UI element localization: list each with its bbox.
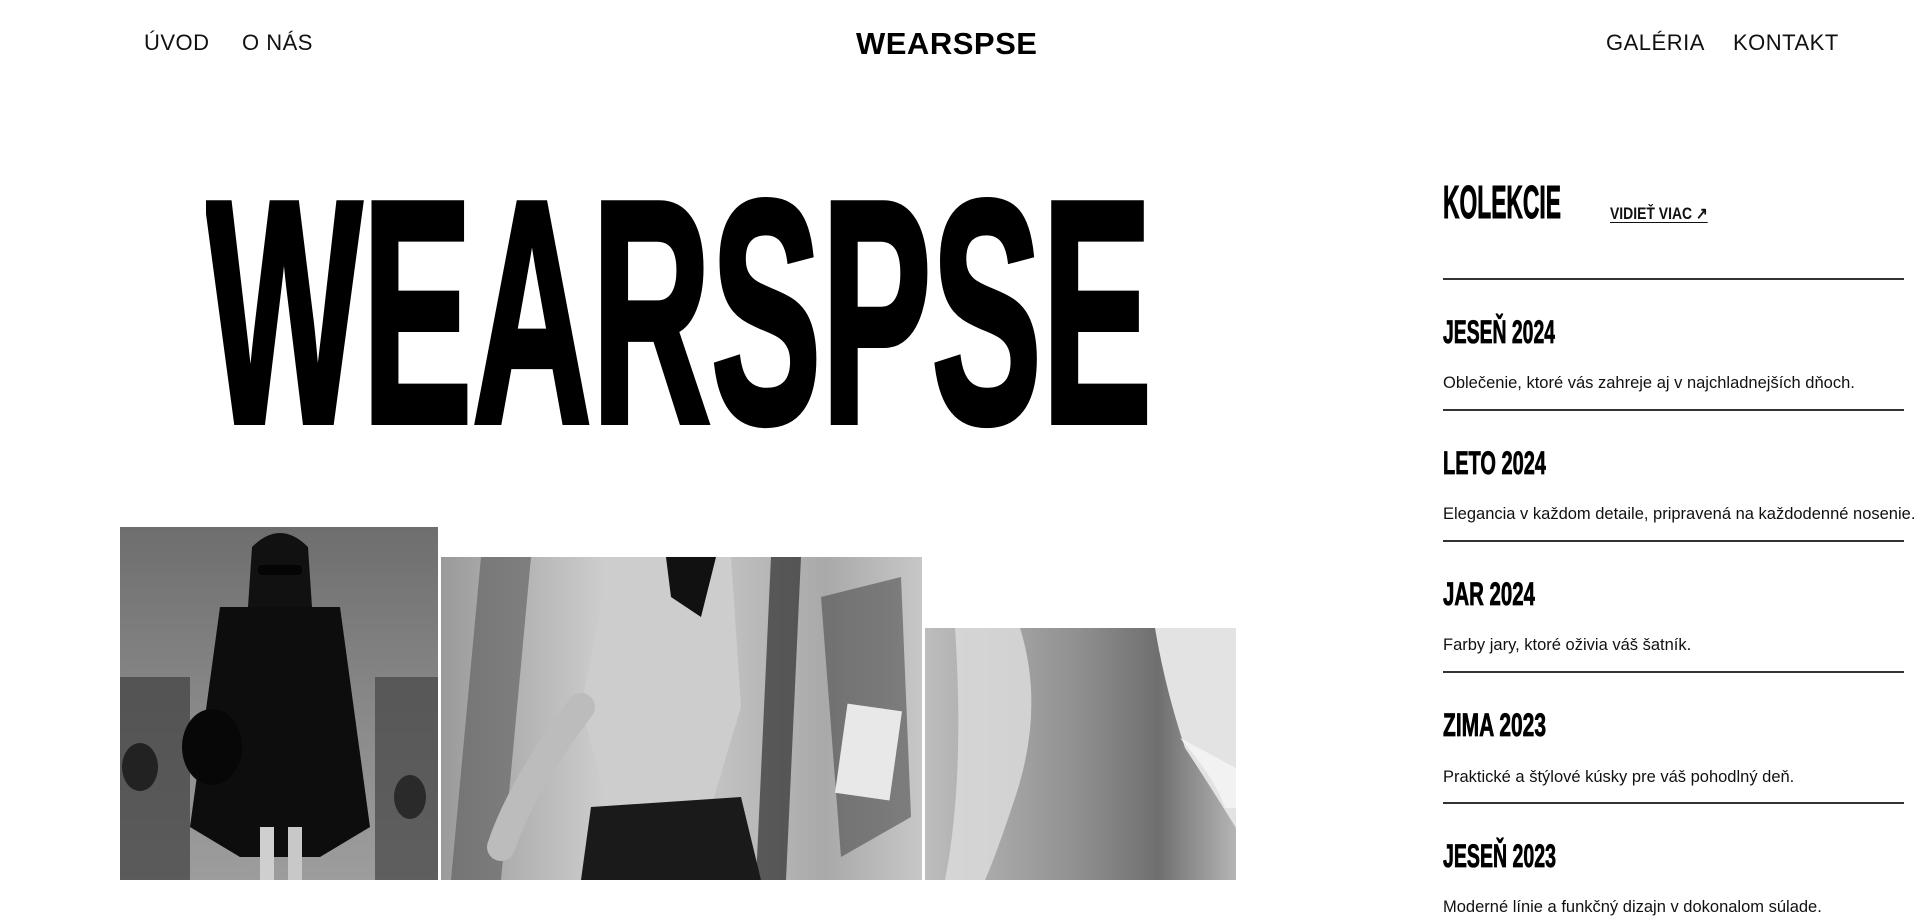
blurred-woman-photo xyxy=(441,557,922,880)
svg-text:LETO 2024: LETO 2024 xyxy=(1443,445,1546,478)
collections-divider xyxy=(1443,409,1904,411)
nav-link-o-nas[interactable]: O NÁS xyxy=(242,30,313,56)
hero-title-text: WEARSPSE xyxy=(206,184,1152,434)
runway-model-photo xyxy=(120,527,438,880)
collections-divider xyxy=(1443,802,1904,804)
collection-description: Oblečenie, ktoré vás zahreje aj v najchl… xyxy=(1443,374,1855,392)
svg-text:JAR 2024: JAR 2024 xyxy=(1443,576,1535,609)
hero-title-graphic: WEARSPSE xyxy=(206,184,1152,434)
closeup-portrait-photo xyxy=(925,628,1236,880)
collection-title-jesen-2023[interactable]: JESEŇ 2023 xyxy=(1443,837,1556,871)
see-more-link[interactable]: VIDIEŤ VIAC ↗ xyxy=(1610,204,1708,224)
svg-text:JESEŇ 2024: JESEŇ 2024 xyxy=(1443,314,1555,347)
collection-title-jesen-2024[interactable]: JESEŇ 2024 xyxy=(1443,313,1555,347)
collection-description: Elegancia v každom detaile, pripravená n… xyxy=(1443,505,1915,523)
svg-text:ZIMA 2023: ZIMA 2023 xyxy=(1443,707,1546,740)
collection-description: Farby jary, ktoré oživia váš šatník. xyxy=(1443,636,1692,654)
collections-divider xyxy=(1443,278,1904,280)
collection-title-zima-2023[interactable]: ZIMA 2023 xyxy=(1443,706,1546,740)
nav-link-galeria[interactable]: GALÉRIA xyxy=(1606,30,1705,56)
site-logo[interactable]: WEARSPSE xyxy=(856,26,1037,62)
collection-title-jar-2024[interactable]: JAR 2024 xyxy=(1443,575,1535,609)
svg-text:JESEŇ 2023: JESEŇ 2023 xyxy=(1443,838,1556,871)
collection-description: Moderné línie a funkčný dizajn v dokonal… xyxy=(1443,898,1822,916)
page: ÚVOD O NÁS WEARSPSE GALÉRIA KONTAKT WEAR… xyxy=(0,0,1915,916)
collections-divider xyxy=(1443,671,1904,673)
collections-heading-text: KOLEKCIE xyxy=(1443,180,1561,224)
collections-divider xyxy=(1443,540,1904,542)
nav-link-kontakt[interactable]: KONTAKT xyxy=(1733,30,1839,56)
hero-title: WEARSPSE xyxy=(206,184,1152,434)
collection-description: Praktické a štýlové kúsky pre váš pohodl… xyxy=(1443,768,1795,786)
collection-title-leto-2024[interactable]: LETO 2024 xyxy=(1443,444,1546,478)
collections-heading: KOLEKCIE xyxy=(1443,180,1561,224)
nav-link-uvod[interactable]: ÚVOD xyxy=(144,30,210,56)
